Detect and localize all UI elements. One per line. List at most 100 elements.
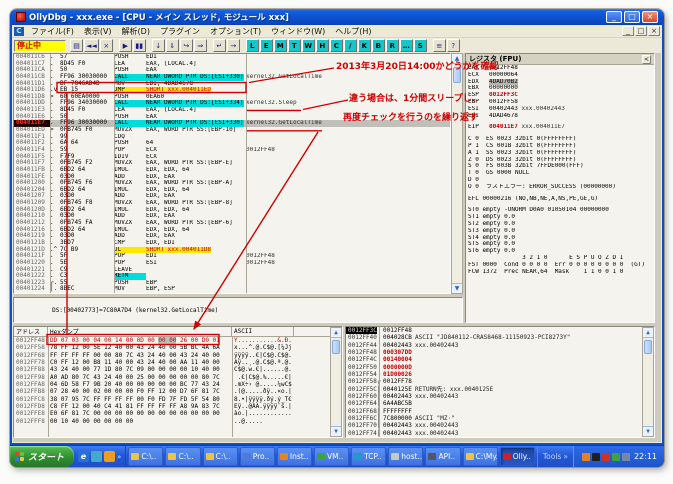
tools-deskband[interactable]: Tools » <box>537 446 573 467</box>
taskbar-task-button[interactable]: VM.. <box>314 447 349 466</box>
register-line[interactable]: EIP004011E7 xxx.004011E7 <box>466 124 654 131</box>
dump-scrollbar[interactable]: ▲ ▼ <box>330 327 342 437</box>
register-line[interactable]: FST 0000 Cond 0 0 0 0 Err 0 0 0 0 0 0 0 … <box>466 262 654 269</box>
taskbar-task-button[interactable]: TCP.. <box>351 447 386 466</box>
toolbar-letter-S-button[interactable]: S <box>414 39 427 52</box>
register-line[interactable]: Z 0 DS 0023 32bit 0(FFFFFFFF) <box>466 157 654 164</box>
disasm-row[interactable]: 004011F4.59POPECX0012FF48 <box>14 147 450 154</box>
toolbar-letter-C-button[interactable]: C <box>330 39 343 52</box>
scrollbar-thumb[interactable] <box>453 67 461 83</box>
scroll-down-icon[interactable]: ▼ <box>452 283 462 293</box>
dump-row[interactable]: 0012FFA804 6D 58 F7 9B 20 40 00 00 00 00… <box>14 381 342 388</box>
disasm-row[interactable]: 00401204.6BD2 64IMULEDX, EDX, 64 <box>14 187 450 194</box>
stack-row[interactable]: 0012FF64│6A4ABC5B <box>346 400 654 407</box>
chevron-icon[interactable]: » <box>563 452 568 461</box>
animate-into-button[interactable]: ⇓ <box>166 39 179 52</box>
disasm-row[interactable]: 00401219.03D0ADDEDX, EAX <box>14 233 450 240</box>
stack-row[interactable]: 0012FF5401D00026 <box>346 371 654 378</box>
disasm-row[interactable]: 004011E3.8D45 F0LEAEAX, [LOCAL.4] <box>14 107 450 114</box>
tray-icon-1[interactable] <box>582 453 590 461</box>
dump-pane[interactable]: アドレス Hexダンプ ASCII 0012FF48DD 07 03 00 04… <box>13 326 343 438</box>
register-line[interactable]: ST6 empty 0.0 <box>466 248 654 255</box>
taskbar-task-button[interactable]: C:\.. <box>203 447 238 466</box>
register-line[interactable]: ST5 empty 0.0 <box>466 241 654 248</box>
minimize-button[interactable]: _ <box>606 11 622 23</box>
stack-row[interactable]: 0012FF74│00402443xxx.00402443 <box>346 430 654 437</box>
stack-row[interactable]: 0012FF70│00402443xxx.00402443 <box>346 422 654 429</box>
toolbar-letter-E-button[interactable]: E <box>260 39 273 52</box>
taskbar-task-button[interactable]: C:\.. <box>128 447 163 466</box>
dump-row[interactable]: 0012FF68FF FF FF FF 00 00 80 7C 43 24 40… <box>14 352 342 359</box>
menu-item[interactable]: プラグイン <box>155 26 205 37</box>
tray-icon-5[interactable] <box>622 453 630 461</box>
dump-row[interactable]: 0012FF98A0 AD 80 7C 43 24 40 00 25 00 00… <box>14 374 342 381</box>
disasm-row[interactable]: 00401224│.8BECMOVEBP, ESP <box>14 286 450 293</box>
disasm-row[interactable]: 00401220.5EPOPESI0012FF48 <box>14 260 450 267</box>
register-line[interactable]: 3 2 1 0 E S P U O Z D I <box>466 255 654 262</box>
restart-button[interactable]: ◄◄ <box>84 39 99 52</box>
scroll-up-icon[interactable]: ▲ <box>331 328 341 338</box>
tray-icon-2[interactable] <box>592 453 600 461</box>
register-line[interactable]: ESI00402443 xxx.00402443 <box>466 106 654 113</box>
register-line[interactable]: S 0 FS 003B 32bit 7FFDE000(FFF) <box>466 163 654 170</box>
tray-icon-4[interactable] <box>612 453 620 461</box>
taskbar-task-button[interactable]: host.. <box>388 447 423 466</box>
register-line[interactable]: EBP0012FF58 <box>466 99 654 106</box>
disasm-row[interactable]: 004011F2.6A 64PUSH64 <box>14 140 450 147</box>
start-button[interactable]: スタート <box>10 446 74 467</box>
toolbar-letter-M-button[interactable]: M <box>274 39 287 52</box>
mdi-restore-button[interactable]: □ <box>635 26 647 36</box>
dump-row[interactable]: 0012FFB807 28 40 00 02 00 00 00 F0 FF 12… <box>14 388 342 395</box>
disasm-row[interactable]: 0040121D.^7C B9JLSHORT xxx.004011D8 <box>14 247 450 254</box>
dump-row[interactable]: 0012FF8843 24 40 00 77 1D 80 7C 09 00 00… <box>14 366 342 373</box>
register-line[interactable]: ST4 empty 0.0 <box>466 235 654 242</box>
toolbar-letter-…-button[interactable]: … <box>400 39 413 52</box>
disasm-row[interactable]: 004011ED>0FB745 F0MOVZXEAX, WORD PTR SS:… <box>14 127 450 134</box>
menu-item[interactable]: ファイル(F) <box>26 26 79 37</box>
disasm-row[interactable]: 0040121B.3BD7CMPEDX, EDI <box>14 240 450 247</box>
quick-launch-3-icon[interactable] <box>104 451 115 462</box>
toolbar-letter-K-button[interactable]: K <box>358 39 371 52</box>
scroll-down-icon[interactable]: ▼ <box>331 426 341 436</box>
stack-row[interactable]: 0012FF48000307DD <box>346 349 654 356</box>
toolbar-letter-R-button[interactable]: R <box>386 39 399 52</box>
pause-button[interactable]: ▮▮ <box>133 39 146 52</box>
toolbar-letter-L-button[interactable]: L <box>246 39 259 52</box>
stack-row[interactable]: 0012FF500000000D <box>346 364 654 371</box>
internet-explorer-icon[interactable]: e <box>78 451 89 462</box>
toolbar-letter-H-button[interactable]: H <box>316 39 329 52</box>
taskbar-task-button[interactable]: C:\.. <box>165 447 200 466</box>
stack-row[interactable]: 0012FF40004028CBASCII "JD840112-CRAS8468… <box>346 334 654 341</box>
register-line[interactable]: O 0 ラストエラー: ERROR_SUCCESS (00000000) <box>466 184 654 191</box>
dump-row[interactable]: 0012FFE8E0 6F 81 7C 00 00 00 00 00 00 00… <box>14 410 342 417</box>
execute-till-cursor-button[interactable]: → <box>227 39 240 52</box>
register-line[interactable]: EBX00000000 <box>466 85 654 92</box>
dump-row[interactable]: 0012FF78C0 FF 12 00 B8 11 40 00 43 24 40… <box>14 359 342 366</box>
dump-row[interactable]: 0012FFD8C8 FF 12 00 40 C4 41 81 FF FF FF… <box>14 403 342 410</box>
toolbar-letter-/-button[interactable]: / <box>344 39 357 52</box>
animate-over-button[interactable]: ⇒ <box>194 39 207 52</box>
open-file-button[interactable]: ▤ <box>70 39 83 52</box>
register-line[interactable]: ST0 empty -UNORM D0A0 01050104 00000000 <box>466 207 654 214</box>
register-line[interactable]: EDX4DAD70B2 <box>466 79 654 86</box>
toolbar-letter-W-button[interactable]: W <box>302 39 315 52</box>
scrollbar-thumb[interactable] <box>644 340 652 354</box>
stack-row[interactable]: 0012FF5C│0040125ERETURN先: xxx.0040125E <box>346 386 654 393</box>
register-line[interactable]: FCW 1372 Prec NEAR,64 Mask 1 1 0 0 1 0 <box>466 269 654 276</box>
help-button[interactable]: ? <box>447 39 460 52</box>
taskbar-task-button[interactable]: C:\My.. <box>463 447 498 466</box>
register-line[interactable]: ESP0012FF3C <box>466 92 654 99</box>
disassembly-pane[interactable]: 004011C6.57PUSHEDI004011C7.8D45 F0LEAEAX… <box>13 53 451 294</box>
taskbar-task-button[interactable]: Olly.. <box>500 447 535 466</box>
stack-pane[interactable]: 0012FF3C0012FF480012FF40004028CBASCII "J… <box>345 326 655 438</box>
taskbar-task-button[interactable]: API.. <box>425 447 460 466</box>
toolbar-letter-T-button[interactable]: T <box>288 39 301 52</box>
disasm-row[interactable]: 00401221.C9LEAVE <box>14 267 450 274</box>
disasm-row[interactable]: 00401223┌.55PUSHEBP <box>14 280 450 287</box>
execute-till-return-button[interactable]: ↵ <box>213 39 226 52</box>
menu-item[interactable]: オプション(T) <box>205 26 266 37</box>
run-button[interactable]: ▶ <box>119 39 132 52</box>
toolbar-letter-B-button[interactable]: B <box>372 39 385 52</box>
stack-row[interactable]: 0012FF3C0012FF48 <box>346 327 654 334</box>
dump-row[interactable]: 0012FF48DD 07 03 00 04 00 14 00 0D 00 00… <box>14 337 342 344</box>
